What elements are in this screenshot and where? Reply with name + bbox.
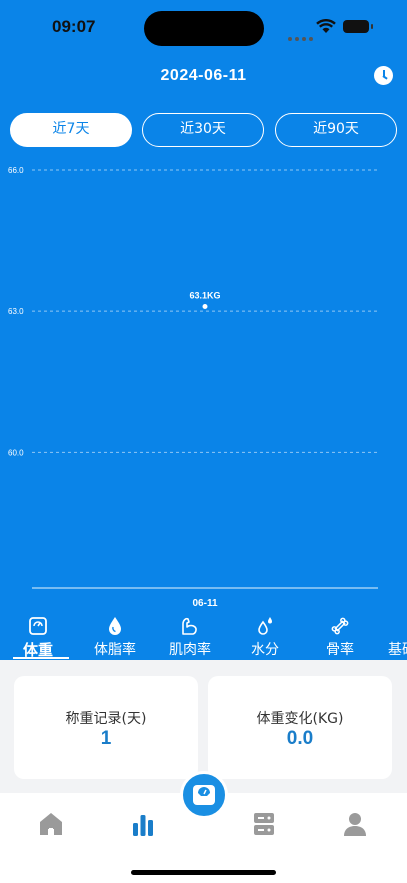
weight-chart: 66.0 63.0 60.0 06-11 63.1KG (8, 166, 378, 609)
status-bar: 09:07 (0, 0, 407, 54)
page-title: 2024-06-11 (160, 67, 247, 84)
tab-30-days[interactable]: 近30天 (142, 113, 264, 147)
metric-tab-label: 体脂率 (94, 642, 136, 658)
water-drops-icon (258, 617, 272, 635)
bar-chart-icon[interactable] (129, 811, 157, 837)
person-icon[interactable] (341, 811, 369, 837)
home-icon[interactable] (37, 811, 65, 837)
metric-tab-bone[interactable]: 骨率 (305, 612, 375, 660)
muscle-arm-icon (182, 617, 197, 635)
stats-cards: 称重记录(天) 1 体重变化(KG) 0.0 (14, 676, 393, 779)
metric-tab-basal[interactable]: 基础 (378, 612, 407, 660)
drop-icon (109, 617, 121, 635)
status-time: 09:07 (52, 17, 96, 36)
signal-icon (288, 26, 316, 45)
wifi-icon (316, 19, 336, 33)
range-tabs: 近7天 近30天 近90天 (10, 113, 398, 147)
scale-icon (29, 617, 47, 635)
metric-tab-label: 体重 (22, 641, 53, 659)
home-indicator (131, 870, 276, 875)
tab-90-days[interactable]: 近90天 (275, 113, 397, 147)
record-days-label: 称重记录(天) (65, 711, 147, 727)
metric-tab-body-fat[interactable]: 体脂率 (80, 612, 150, 660)
data-point (202, 303, 208, 309)
y-tick-label: 60.0 (8, 448, 24, 457)
metric-tab-weight[interactable]: 体重 (3, 612, 73, 660)
weight-change-label: 体重变化(KG) (256, 711, 344, 727)
x-tick-label: 06-11 (192, 598, 217, 609)
metric-tab-water[interactable]: 水分 (230, 612, 300, 660)
weight-change-value: 0.0 (286, 728, 314, 749)
scale-icon (193, 785, 215, 805)
server-icon[interactable] (250, 811, 278, 837)
record-days-value: 1 (100, 728, 112, 749)
bone-icon (331, 617, 349, 635)
battery-icon (343, 20, 373, 33)
tab-7-days[interactable]: 近7天 (10, 113, 132, 147)
metric-tab-label: 基础 (388, 642, 407, 658)
metric-tab-label: 水分 (251, 642, 279, 658)
y-tick-label: 66.0 (8, 166, 24, 175)
metric-tab-muscle[interactable]: 肌肉率 (155, 612, 225, 660)
data-label: 63.1KG (189, 290, 220, 300)
y-tick-label: 63.0 (8, 307, 24, 316)
metric-tabs: 体重 体脂率 肌肉率 水分 骨率 基 (0, 612, 407, 660)
weigh-button[interactable] (180, 771, 228, 819)
clock-icon[interactable] (374, 66, 393, 85)
record-days-card: 称重记录(天) 1 (14, 676, 198, 779)
metric-tab-label: 骨率 (326, 642, 354, 658)
weight-change-card: 体重变化(KG) 0.0 (208, 676, 392, 779)
metric-tab-label: 肌肉率 (169, 642, 211, 658)
dynamic-island (144, 11, 264, 46)
